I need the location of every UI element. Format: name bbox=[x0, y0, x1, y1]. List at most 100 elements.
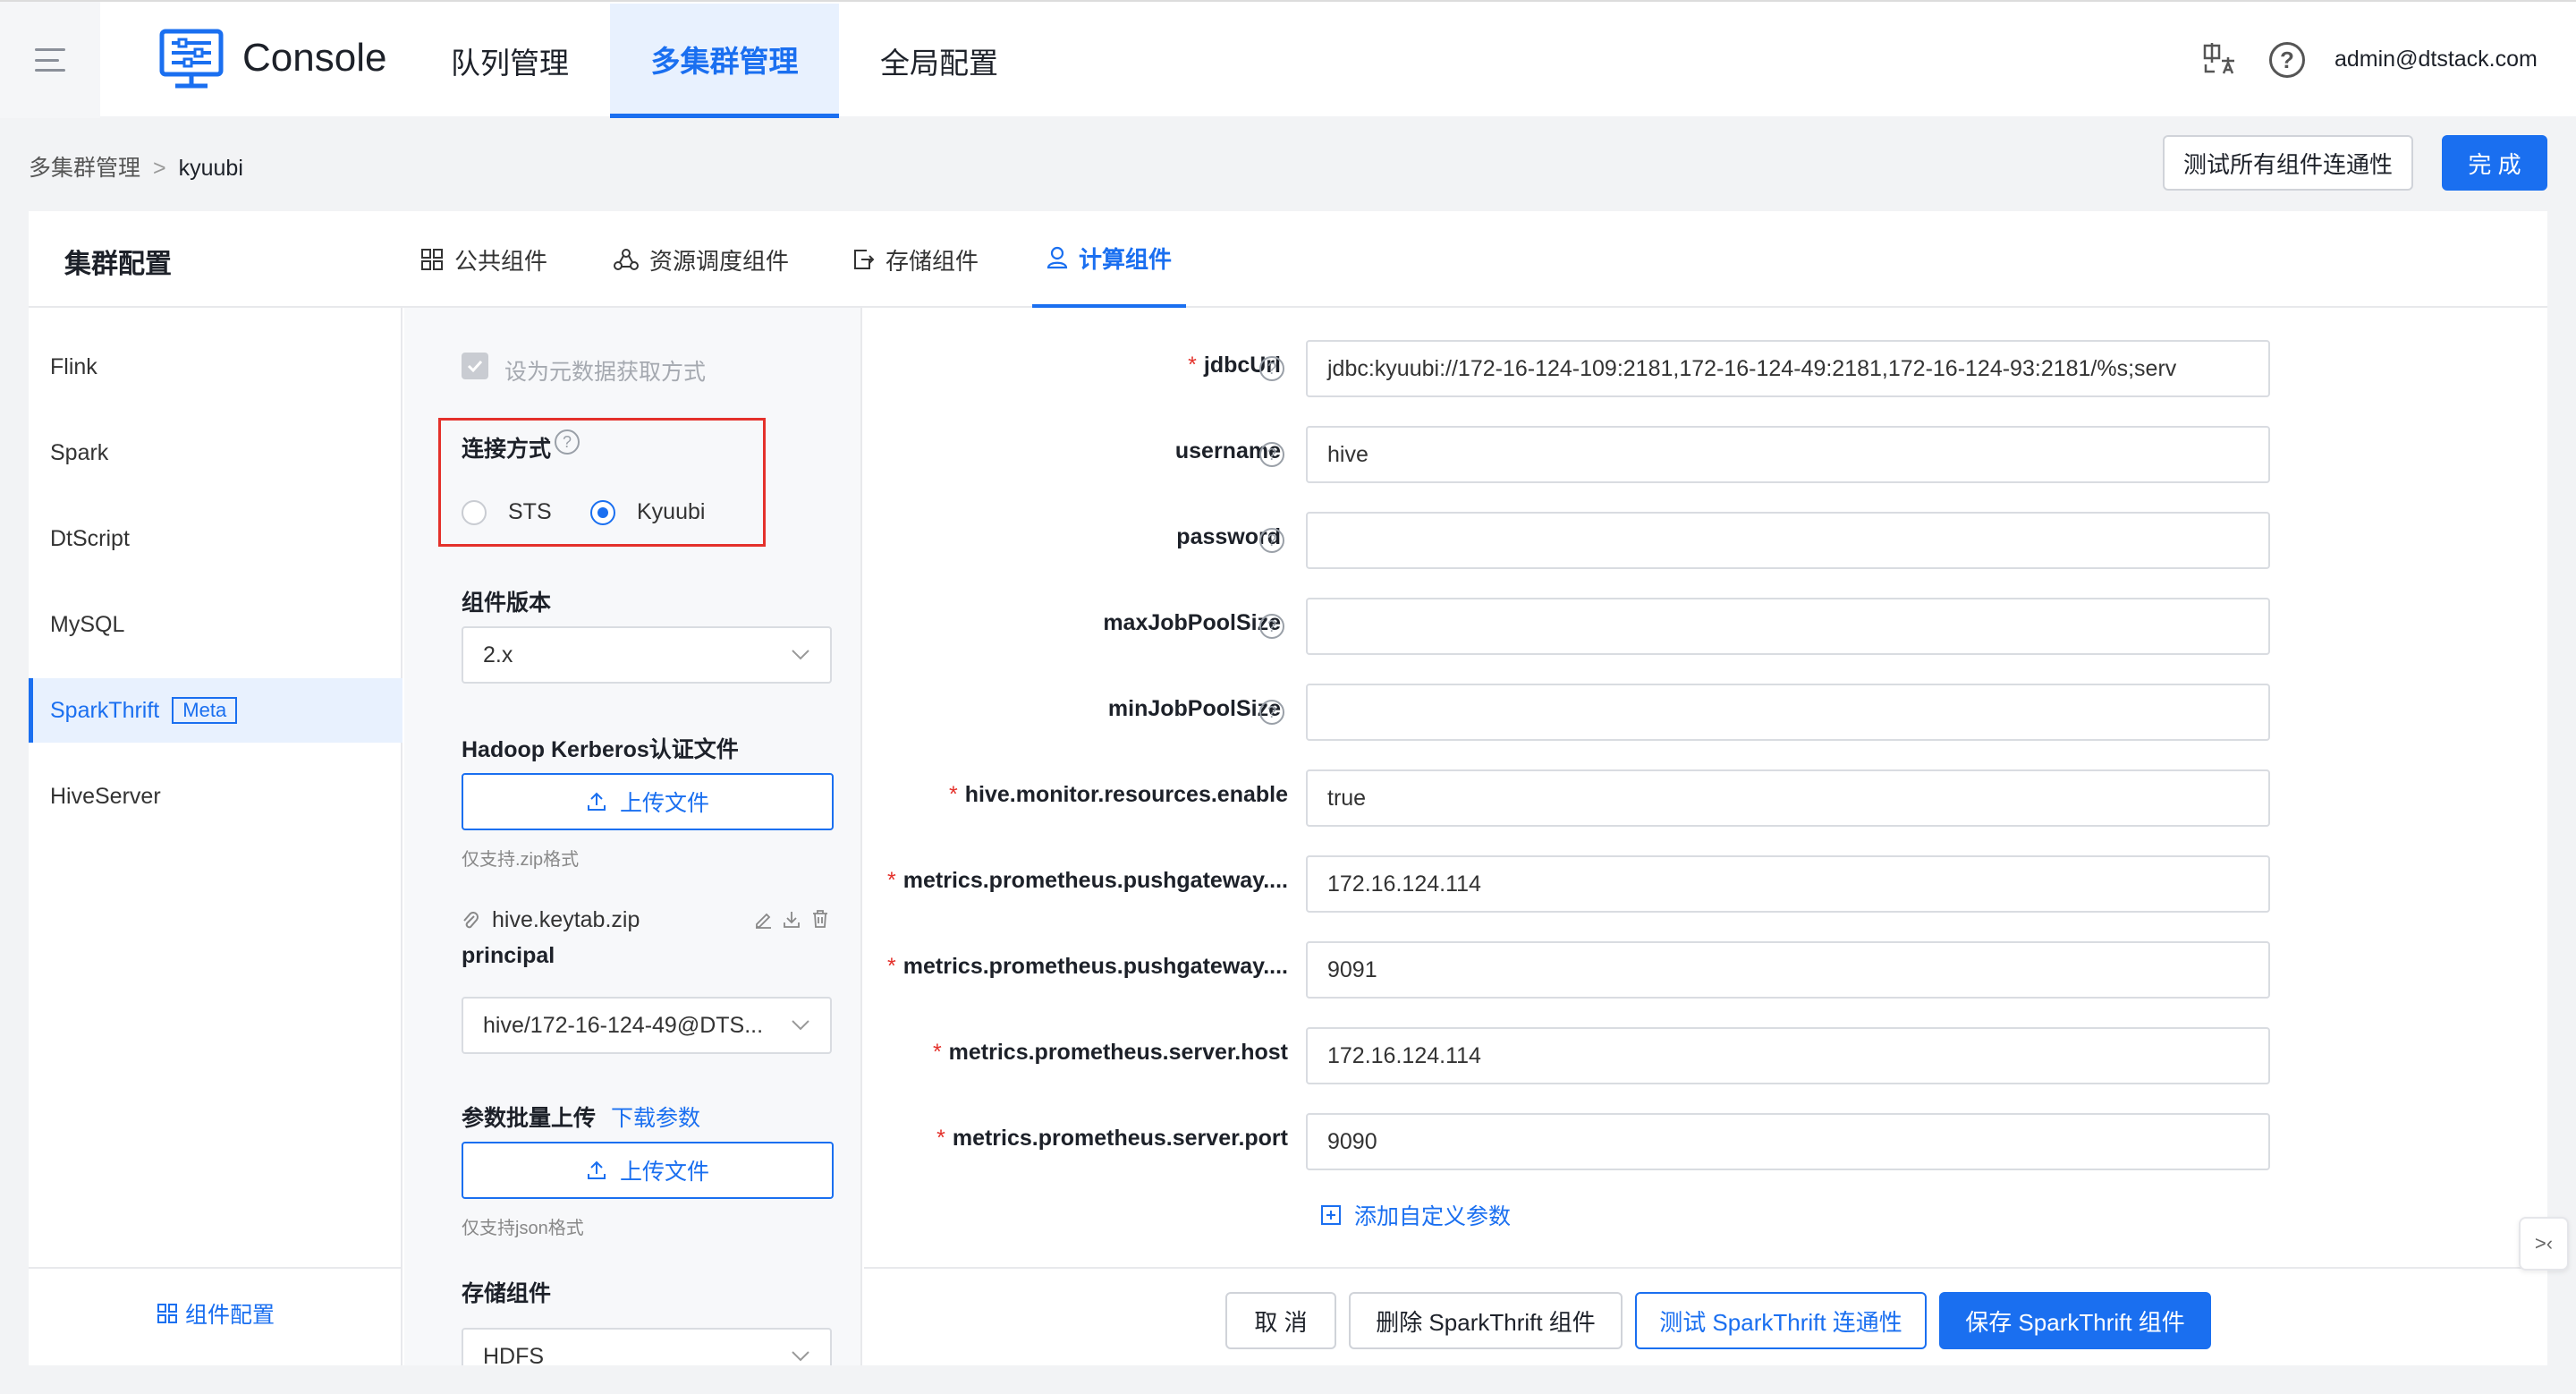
side-drawer-handle[interactable]: >‹ bbox=[2519, 1217, 2569, 1271]
question-circle-icon[interactable]: ? bbox=[1259, 614, 1284, 639]
tab-compute-components[interactable]: 计算组件 bbox=[1032, 211, 1187, 308]
sidebar-item-dtscript[interactable]: DtScript bbox=[29, 506, 402, 571]
field-input[interactable] bbox=[1306, 684, 2270, 741]
form-row: * metrics.prometheus.pushgateway.... 172.1… bbox=[864, 855, 2547, 913]
nav-tab-global-config[interactable]: 全局配置 bbox=[852, 4, 1027, 118]
chevron-down-icon bbox=[792, 1351, 809, 1362]
field-label: * hive.monitor.resources.enable bbox=[949, 782, 1288, 808]
nav-tab-multi-cluster[interactable]: 多集群管理 bbox=[610, 4, 839, 118]
breadcrumb-parent[interactable]: 多集群管理 bbox=[29, 156, 140, 181]
field-label-text: metrics.prometheus.server.port bbox=[952, 1126, 1288, 1151]
field-input[interactable]: 172.16.124.114 bbox=[1306, 1027, 2270, 1084]
keytab-file-item: hive.keytab.zip bbox=[462, 907, 640, 933]
required-asterisk: * bbox=[887, 954, 896, 979]
plus-square-icon bbox=[1321, 1205, 1341, 1225]
field-input[interactable]: 9091 bbox=[1306, 941, 2270, 999]
language-switch-icon[interactable] bbox=[2202, 41, 2238, 77]
sidebar-item-label: SparkThrift bbox=[50, 697, 160, 723]
metadata-checkbox-label: 设为元数据获取方式 bbox=[504, 360, 707, 385]
nav-tab-queue[interactable]: 队列管理 bbox=[428, 4, 592, 118]
parameter-form: * jdbcUrl? jdbc:kyuubi://172-16-124-109:21… bbox=[864, 308, 2547, 1267]
storage-icon bbox=[854, 250, 875, 269]
test-all-connectivity-button[interactable]: 测试所有组件连通性 bbox=[2163, 135, 2413, 191]
question-circle-icon[interactable]: ? bbox=[1259, 528, 1284, 553]
kerberos-upload-button[interactable]: 上传文件 bbox=[462, 773, 834, 830]
metadata-checkbox[interactable] bbox=[462, 353, 488, 379]
field-value: 9091 bbox=[1327, 956, 1377, 982]
download-params-link[interactable]: 下载参数 bbox=[611, 1106, 700, 1131]
field-input[interactable] bbox=[1306, 512, 2270, 569]
menu-toggle-button[interactable] bbox=[0, 2, 100, 118]
field-input[interactable]: true bbox=[1306, 769, 2270, 827]
grid-icon bbox=[157, 1304, 177, 1323]
breadcrumb-current: kyuubi bbox=[178, 156, 243, 181]
radio-circle bbox=[462, 499, 487, 525]
grid-icon bbox=[421, 249, 443, 270]
field-input[interactable]: jdbc:kyuubi://172-16-124-109:2181,172-16… bbox=[1306, 340, 2270, 397]
done-button[interactable]: 完 成 bbox=[2442, 135, 2547, 191]
field-value: jdbc:kyuubi://172-16-124-109:2181,172-16… bbox=[1327, 355, 2177, 381]
question-circle-icon[interactable]: ? bbox=[555, 429, 580, 455]
field-value: 172.16.124.114 bbox=[1327, 871, 1481, 897]
required-asterisk: * bbox=[932, 1040, 942, 1065]
edit-icon[interactable] bbox=[753, 909, 773, 929]
question-circle-icon[interactable]: ? bbox=[1259, 356, 1284, 381]
radio-kyuubi[interactable]: Kyuubi bbox=[590, 499, 705, 525]
sidebar-item-flink[interactable]: Flink bbox=[29, 335, 402, 399]
question-circle-icon[interactable]: ? bbox=[1259, 700, 1284, 725]
params-upload-button[interactable]: 上传文件 bbox=[462, 1142, 834, 1199]
cancel-button[interactable]: 取 消 bbox=[1225, 1292, 1336, 1349]
hamburger-icon bbox=[35, 48, 65, 72]
form-row: * metrics.prometheus.server.host 172.16.12… bbox=[864, 1027, 2547, 1084]
field-label-text: maxJobPoolSize bbox=[1103, 610, 1281, 635]
field-label: * metrics.prometheus.server.host bbox=[933, 1040, 1288, 1066]
tab-resource-scheduling[interactable]: 资源调度组件 bbox=[614, 211, 789, 308]
component-version-select[interactable]: 2.x bbox=[462, 626, 832, 684]
select-value: hive/172-16-124-49@DTS... bbox=[483, 1012, 764, 1038]
breadcrumb: 多集群管理 > kyuubi bbox=[29, 150, 243, 183]
help-icon[interactable]: ? bbox=[2269, 42, 2305, 78]
top-navigation-bar: Console 队列管理 多集群管理 全局配置 ? admin@dtstack.… bbox=[0, 0, 2576, 118]
component-sidebar: Flink Spark DtScript MySQL SparkThrift M… bbox=[29, 308, 402, 1365]
add-custom-param-button[interactable]: 添加自定义参数 bbox=[1320, 1199, 1511, 1231]
radio-circle-selected bbox=[590, 499, 615, 525]
field-label-text: metrics.prometheus.pushgateway.... bbox=[902, 954, 1288, 979]
upload-label: 上传文件 bbox=[619, 791, 709, 816]
required-asterisk: * bbox=[887, 868, 896, 893]
field-input[interactable]: 172.16.124.114 bbox=[1306, 855, 2270, 913]
download-icon[interactable] bbox=[782, 909, 801, 929]
field-input[interactable]: hive bbox=[1306, 426, 2270, 483]
field-value: 172.16.124.114 bbox=[1327, 1042, 1481, 1068]
select-value: HDFS bbox=[483, 1343, 545, 1366]
sidebar-item-hiveserver[interactable]: HiveServer bbox=[29, 764, 402, 829]
field-input[interactable]: 9090 bbox=[1306, 1113, 2270, 1170]
tab-label: 计算组件 bbox=[1079, 245, 1173, 273]
user-account[interactable]: admin@dtstack.com bbox=[2334, 47, 2538, 72]
cluster-icon bbox=[614, 249, 639, 270]
question-circle-icon[interactable]: ? bbox=[1259, 442, 1284, 467]
radio-sts[interactable]: STS bbox=[462, 499, 552, 525]
tab-storage-components[interactable]: 存储组件 bbox=[852, 211, 979, 308]
principal-select[interactable]: hive/172-16-124-49@DTS... bbox=[462, 997, 832, 1054]
component-config-button[interactable]: 组件配置 bbox=[29, 1267, 402, 1358]
test-connectivity-button[interactable]: 测试 SparkThrift 连通性 bbox=[1635, 1292, 1927, 1349]
tab-common-components[interactable]: 公共组件 bbox=[420, 211, 547, 308]
sidebar-item-sparkthrift[interactable]: SparkThrift Meta bbox=[29, 678, 402, 743]
delete-icon[interactable] bbox=[810, 909, 830, 929]
delete-component-button[interactable]: 删除 SparkThrift 组件 bbox=[1349, 1292, 1623, 1349]
storage-component-label: 存储组件 bbox=[462, 1281, 552, 1306]
card-title: 集群配置 bbox=[64, 250, 172, 279]
save-component-button[interactable]: 保存 SparkThrift 组件 bbox=[1939, 1292, 2211, 1349]
field-label: * metrics.prometheus.pushgateway.... bbox=[887, 954, 1288, 980]
batch-upload-row: 参数批量上传 下载参数 bbox=[462, 1101, 700, 1133]
form-row: * metrics.prometheus.server.port 9090 bbox=[864, 1113, 2547, 1170]
field-input[interactable] bbox=[1306, 598, 2270, 655]
field-label: * metrics.prometheus.pushgateway.... bbox=[887, 868, 1288, 894]
card-header: 集群配置 公共组件 资源调度组件 存储组件 计算组件 bbox=[29, 211, 2547, 308]
kerberos-label: Hadoop Kerberos认证文件 bbox=[462, 737, 739, 762]
sidebar-item-spark[interactable]: Spark bbox=[29, 421, 402, 485]
field-label-text: metrics.prometheus.pushgateway.... bbox=[902, 868, 1288, 893]
sidebar-item-mysql[interactable]: MySQL bbox=[29, 592, 402, 657]
form-row: * hive.monitor.resources.enable true bbox=[864, 769, 2547, 827]
storage-component-select[interactable]: HDFS bbox=[462, 1328, 832, 1365]
